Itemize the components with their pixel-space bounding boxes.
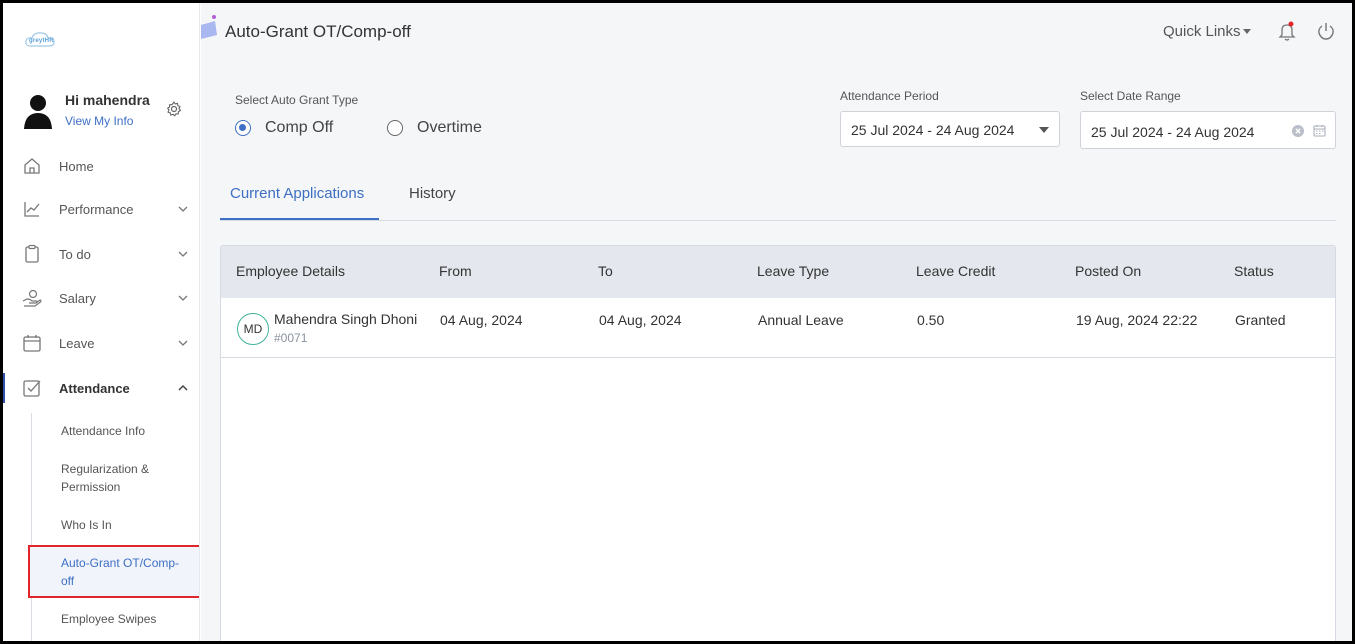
column-header: Employee Details	[236, 263, 345, 279]
subnav-employee-swipes[interactable]: Employee Swipes	[61, 610, 191, 628]
column-header: From	[439, 263, 472, 279]
user-greeting: Hi mahendra	[65, 92, 150, 108]
top-bar: Auto-Grant OT/Comp-off Quick Links	[201, 3, 1352, 63]
column-header: To	[598, 263, 613, 279]
column-header: Leave Credit	[916, 263, 996, 279]
sidebar-item-salary[interactable]: Salary	[3, 278, 199, 318]
notification-bell-icon[interactable]	[1278, 21, 1296, 41]
tabs: Current Applications History	[220, 173, 1336, 221]
employee-avatar: MD	[237, 313, 269, 345]
sidebar-item-todo[interactable]: To do	[3, 234, 199, 274]
chevron-up-icon	[178, 384, 188, 391]
page-title: Auto-Grant OT/Comp-off	[225, 22, 411, 41]
main-content: Auto-Grant OT/Comp-off Quick Links Selec…	[201, 3, 1352, 644]
user-profile: Hi mahendra View My Info	[23, 91, 193, 131]
sidebar-item-leave[interactable]: Leave	[3, 323, 199, 363]
radio-button[interactable]	[235, 120, 251, 136]
sidebar-item-label: Attendance	[59, 380, 130, 396]
gear-icon[interactable]	[166, 101, 182, 117]
calendar-icon[interactable]	[1313, 124, 1326, 137]
sidebar-item-home[interactable]: Home	[3, 146, 199, 186]
table-row[interactable]: MD Mahendra Singh Dhoni #0071 04 Aug, 20…	[221, 298, 1335, 358]
calendar-icon	[23, 335, 41, 352]
column-header: Leave Type	[757, 263, 830, 279]
caret-down-icon	[1039, 127, 1049, 133]
sidebar-item-label: Salary	[59, 290, 96, 306]
date-range-input[interactable]: 25 Jul 2024 - 24 Aug 2024	[1080, 111, 1336, 149]
checkbox-icon	[23, 380, 41, 397]
radio-label: Comp Off	[265, 119, 334, 136]
home-icon	[24, 158, 40, 174]
clipboard-icon	[25, 244, 39, 263]
subnav-who-is-in[interactable]: Who Is In	[61, 516, 191, 534]
cell-leave-credit: 0.50	[917, 312, 945, 328]
subnav-line	[31, 413, 32, 641]
grant-type-label: Select Auto Grant Type	[235, 93, 359, 107]
cell-to: 04 Aug, 2024	[599, 312, 682, 328]
tab-history[interactable]: History	[409, 185, 456, 202]
quick-links-menu[interactable]: Quick Links	[1163, 23, 1241, 40]
caret-down-icon[interactable]	[1243, 29, 1251, 35]
sidebar-item-label: Home	[59, 158, 94, 174]
chart-line-icon	[24, 202, 40, 217]
chevron-down-icon	[178, 295, 188, 301]
applications-table: Employee Details From To Leave Type Leav…	[220, 245, 1336, 644]
radio-button[interactable]	[387, 120, 403, 136]
logo-text: greytHR	[29, 38, 54, 44]
column-header: Status	[1234, 263, 1274, 279]
chevron-down-icon	[178, 340, 188, 346]
page-title-decoration-icon	[201, 15, 217, 39]
table-header: Employee Details From To Leave Type Leav…	[221, 246, 1335, 298]
sidebar-item-performance[interactable]: Performance	[3, 189, 199, 229]
radio-label: Overtime	[417, 119, 482, 136]
column-header: Posted On	[1075, 263, 1142, 279]
cell-from: 04 Aug, 2024	[440, 312, 523, 328]
date-range-label: Select Date Range	[1080, 89, 1181, 103]
attendance-period-select[interactable]: 25 Jul 2024 - 24 Aug 2024	[840, 111, 1060, 147]
sidebar-item-label: Leave	[59, 335, 95, 351]
chevron-down-icon	[178, 251, 188, 257]
clear-icon[interactable]	[1292, 125, 1304, 137]
user-avatar-icon[interactable]	[23, 93, 53, 129]
subnav-attendance-info[interactable]: Attendance Info	[61, 422, 191, 440]
cell-leave-type: Annual Leave	[758, 312, 844, 328]
cell-posted-on: 19 Aug, 2024 22:22	[1076, 312, 1198, 328]
employee-name[interactable]: Mahendra Singh Dhoni	[274, 311, 426, 327]
radio-overtime[interactable]: Overtime	[387, 119, 482, 137]
chevron-down-icon	[178, 206, 188, 212]
sidebar-item-attendance[interactable]: Attendance	[3, 368, 199, 408]
hand-coin-icon	[22, 289, 42, 307]
radio-comp-off[interactable]: Comp Off	[235, 119, 333, 137]
sidebar-item-label: To do	[59, 246, 91, 262]
date-range-value: 25 Jul 2024 - 24 Aug 2024	[1091, 124, 1255, 140]
tab-current-applications[interactable]: Current Applications	[230, 185, 364, 202]
power-icon[interactable]	[1316, 21, 1336, 41]
view-my-info-link[interactable]: View My Info	[65, 114, 133, 128]
subnav-auto-grant[interactable]: Auto-Grant OT/Comp-off	[61, 554, 189, 590]
sidebar-item-label: Performance	[59, 201, 134, 217]
attendance-period-value: 25 Jul 2024 - 24 Aug 2024	[851, 122, 1015, 138]
attendance-period-label: Attendance Period	[840, 89, 939, 103]
subnav-regularization[interactable]: Regularization & Permission	[61, 460, 171, 496]
employee-id: #0071	[274, 331, 308, 345]
tab-underline	[220, 218, 379, 220]
cell-status: Granted	[1235, 312, 1286, 328]
sidebar: greytHR Hi mahendra View My Info Home Pe…	[3, 3, 200, 641]
